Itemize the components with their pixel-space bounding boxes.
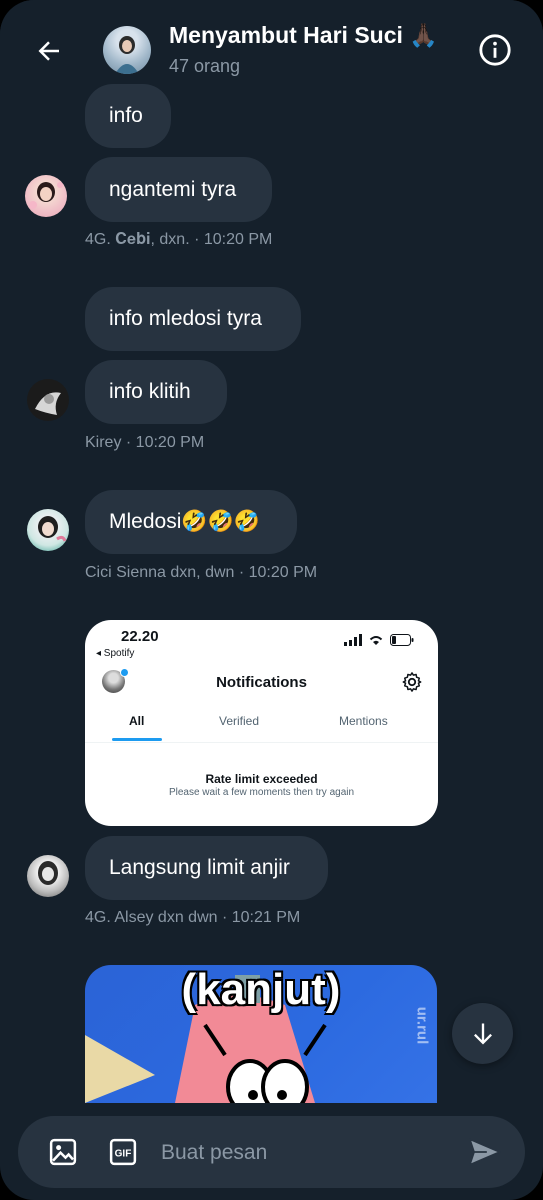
avatar-image bbox=[38, 861, 58, 885]
meme-caption: (kanjut) bbox=[181, 965, 341, 1014]
wifi-icon bbox=[369, 636, 383, 645]
info-icon bbox=[479, 34, 511, 66]
message-input[interactable] bbox=[159, 1132, 453, 1174]
message-meta: Cici Sienna dxn, dwn · 10:20 PM bbox=[85, 564, 318, 581]
arrow-left-icon bbox=[38, 41, 59, 61]
sender-avatar[interactable] bbox=[27, 509, 69, 551]
gif-icon: GIF bbox=[109, 1138, 137, 1166]
shot-back-app: ◂ Spotify bbox=[96, 648, 135, 659]
sender-avatar[interactable] bbox=[27, 855, 69, 897]
message-text: Mledosi🤣🤣🤣 bbox=[109, 510, 260, 533]
avatar-image bbox=[29, 182, 63, 209]
group-avatar-image bbox=[115, 36, 139, 74]
message-bubble[interactable]: ngantemi tyra bbox=[85, 157, 272, 222]
message-composer: GIF bbox=[18, 1116, 525, 1188]
shot-tab-mentions: Mentions bbox=[339, 714, 388, 728]
image-icon bbox=[49, 1138, 77, 1166]
message-bubble[interactable]: info mledosi tyra bbox=[85, 287, 301, 351]
message-meta: 4G. Alsey dxn dwn · 10:21 PM bbox=[85, 909, 301, 926]
add-image-button[interactable] bbox=[45, 1134, 81, 1170]
conversation-title: Menyambut Hari Suci 🙏🏿 bbox=[169, 22, 438, 48]
battery-icon bbox=[390, 634, 414, 646]
signal-icon bbox=[344, 634, 362, 646]
shot-tab-verified: Verified bbox=[219, 714, 260, 728]
message-meta: 4G. 𝐂𝐞𝐛𝐢, dxn. · 10:20 PM bbox=[85, 231, 273, 248]
shot-error-title: Rate limit exceeded bbox=[205, 772, 318, 786]
shared-meme-image[interactable]: (kanjut) ur.rul bbox=[85, 965, 437, 1103]
gear-icon bbox=[402, 672, 422, 692]
sender-avatar[interactable] bbox=[25, 175, 67, 217]
member-count: 47 orang bbox=[169, 56, 241, 76]
shot-tab-all: All bbox=[129, 714, 145, 728]
group-avatar[interactable] bbox=[103, 26, 151, 74]
svg-text:GIF: GIF bbox=[115, 1148, 132, 1159]
message-bubble[interactable]: info bbox=[85, 84, 171, 148]
message-text: ngantemi tyra bbox=[109, 177, 237, 201]
message-text: info mledosi tyra bbox=[109, 307, 262, 330]
shot-divider bbox=[85, 742, 438, 743]
dm-conversation-screen: Menyambut Hari Suci 🙏🏿 47 orang info nga… bbox=[0, 0, 543, 1200]
message-bubble[interactable]: Langsung limit anjir bbox=[85, 836, 328, 900]
message-text: info klitih bbox=[109, 380, 191, 403]
shot-error-subtitle: Please wait a few moments then try again bbox=[168, 787, 355, 798]
shot-status-icons bbox=[344, 634, 414, 646]
shared-image-message[interactable]: 22.20 ◂ Spotify Notifications All Verifi… bbox=[85, 620, 438, 826]
message-bubble[interactable]: info klitih bbox=[85, 360, 227, 424]
avatar-image bbox=[38, 516, 67, 542]
shot-status-time: 22.20 bbox=[121, 628, 159, 645]
scroll-to-bottom-button[interactable] bbox=[452, 1003, 513, 1064]
message-bubble[interactable]: Mledosi🤣🤣🤣 bbox=[85, 490, 297, 554]
sender-avatar[interactable] bbox=[27, 379, 69, 421]
back-button[interactable] bbox=[30, 32, 68, 70]
meme-watermark: ur.rul bbox=[413, 1006, 431, 1045]
message-text: Langsung limit anjir bbox=[109, 856, 290, 879]
avatar-image bbox=[35, 392, 61, 415]
send-icon bbox=[468, 1138, 501, 1166]
arrow-down-icon bbox=[473, 1023, 492, 1044]
info-button[interactable] bbox=[476, 31, 514, 69]
message-meta: Kirey · 10:20 PM bbox=[85, 434, 205, 451]
conversation-header: Menyambut Hari Suci 🙏🏿 47 orang bbox=[0, 0, 543, 96]
message-text: info bbox=[109, 104, 143, 127]
shot-title: Notifications bbox=[216, 674, 307, 691]
send-button[interactable] bbox=[466, 1134, 502, 1170]
add-gif-button[interactable]: GIF bbox=[105, 1134, 141, 1170]
shot-tab-indicator bbox=[112, 738, 162, 741]
